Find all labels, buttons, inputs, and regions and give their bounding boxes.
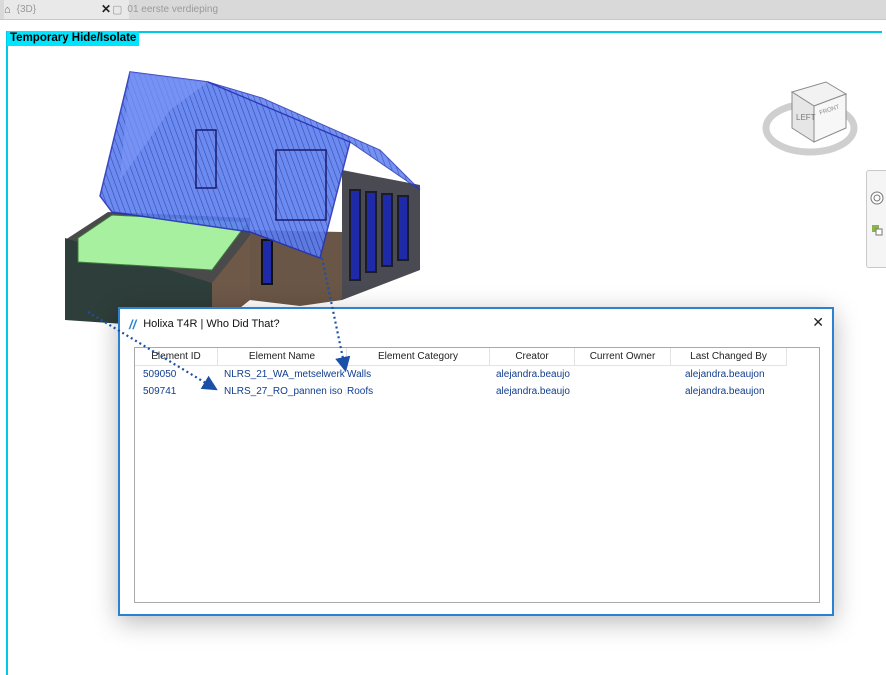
cell-element-name: NLRS_27_RO_pannen iso p (224, 386, 346, 397)
dialog-title-bar[interactable]: // Holixa T4R | Who Did That? ✕ (120, 309, 832, 339)
dialog-close-button[interactable]: ✕ (812, 314, 824, 331)
steering-wheel-icon[interactable] (870, 191, 884, 205)
table-row[interactable]: 509741 NLRS_27_RO_pannen iso p Roofs ale… (135, 384, 821, 400)
viewcube-widget[interactable]: LEFT FRONT (762, 70, 862, 165)
viewcube-left-face: LEFT (796, 113, 816, 122)
column-header-element-category[interactable]: Element Category (347, 348, 490, 365)
cell-last-changed-by: alejandra.beaujon (685, 369, 765, 380)
column-header-last-changed-by[interactable]: Last Changed By (671, 348, 787, 365)
column-header-current-owner[interactable]: Current Owner (575, 348, 671, 365)
elements-list-view[interactable]: Element ID Element Name Element Category… (134, 347, 820, 603)
cell-creator: alejandra.beaujo (496, 386, 570, 397)
table-row[interactable]: 509050 NLRS_21_WA_metselwerk Walls aleja… (135, 367, 821, 383)
cell-element-id: 509050 (143, 369, 177, 380)
cell-element-category: Walls (347, 369, 372, 380)
column-header-element-name[interactable]: Element Name (218, 348, 347, 365)
dialog-title: Holixa T4R | Who Did That? (143, 318, 280, 330)
holixa-logo-icon: // (129, 316, 137, 332)
cell-last-changed-by: alejandra.beaujon (685, 386, 765, 397)
cell-element-id: 509741 (143, 386, 177, 397)
column-header-creator[interactable]: Creator (490, 348, 575, 365)
cell-current-owner (581, 367, 671, 383)
zoom-region-icon[interactable] (870, 223, 884, 237)
cell-creator: alejandra.beaujo (496, 369, 570, 380)
cell-current-owner (581, 384, 671, 400)
column-header-element-id[interactable]: Element ID (135, 348, 218, 365)
list-header: Element ID Element Name Element Category… (135, 348, 787, 366)
who-did-that-dialog: // Holixa T4R | Who Did That? ✕ Element … (118, 307, 834, 616)
cell-element-name: NLRS_21_WA_metselwerk (224, 369, 345, 380)
cell-element-category: Roofs (347, 386, 374, 397)
navigation-bar (866, 170, 886, 268)
